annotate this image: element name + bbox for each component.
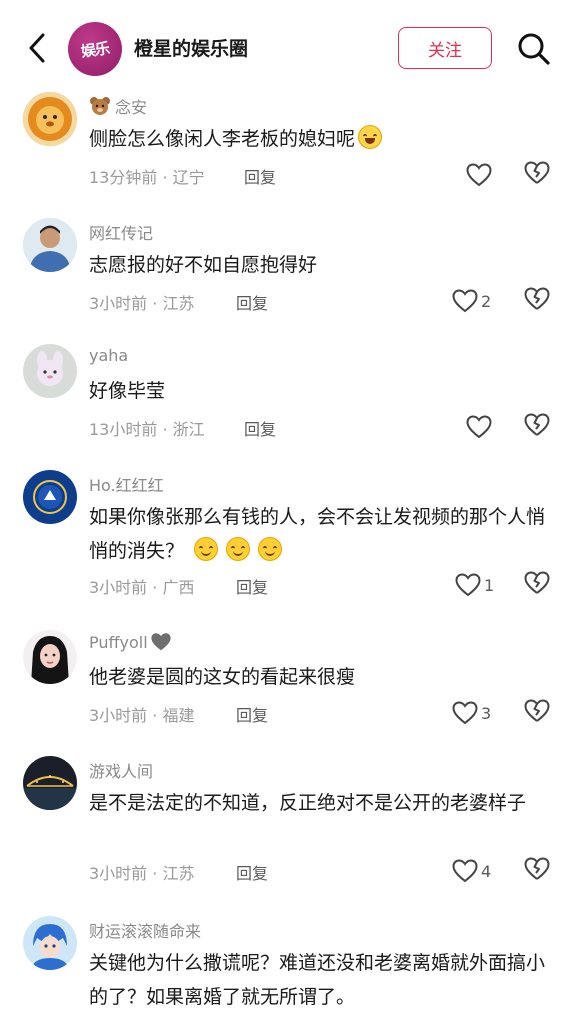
dislike-button[interactable] [524, 287, 552, 315]
broken-heart-icon [524, 857, 550, 880]
reply-button[interactable]: 回复 [236, 860, 268, 884]
reply-button[interactable]: 回复 [236, 702, 268, 726]
dislike-button[interactable] [524, 857, 552, 885]
night-bridge-avatar-icon [23, 756, 77, 810]
comment-text: 是不是法定的不知道，反正绝对不是公开的老婆样子 [89, 792, 527, 814]
comment-meta: 3小时前 · 江苏 [89, 864, 195, 883]
username[interactable]: 游戏人间 [89, 758, 153, 782]
username[interactable]: Ho.红红红 [89, 472, 164, 496]
teddy-bear-icon [90, 97, 110, 115]
broken-heart-icon [524, 413, 550, 436]
like-count: 4 [481, 861, 492, 881]
comment-meta: 3小时前 · 江苏 [89, 294, 195, 313]
avatar[interactable] [23, 92, 77, 146]
crying-laughing-emoji [358, 125, 383, 149]
username[interactable]: yaha [89, 346, 128, 365]
avatar[interactable] [23, 756, 77, 810]
broken-heart-icon [524, 699, 550, 722]
comments-page: 娱乐 橙星的娱乐圈 关注 念安 侧脸怎么像闲人李老板的媳妇呢 13分钟前 · 辽… [0, 0, 574, 1024]
username[interactable]: 念安 [89, 94, 147, 118]
username-text: Puffyoll [89, 633, 148, 652]
channel-logo-text: 娱乐 [79, 38, 111, 61]
broken-heart-icon [524, 287, 550, 310]
broken-heart-icon [524, 571, 550, 594]
comment-meta: 13分钟前 · 辽宁 [89, 168, 205, 187]
comment-text: 侧脸怎么像闲人李老板的媳妇呢 [89, 122, 549, 156]
avatar[interactable] [23, 916, 77, 970]
club-badge-avatar-icon [23, 470, 77, 524]
comment-content: 侧脸怎么像闲人李老板的媳妇呢 [89, 128, 356, 150]
comment-text: 好像毕莹 [89, 380, 166, 402]
comment-text: 关键他为什么撒谎呢？难道还没和老婆离婚就外面搞小的了？如果离婚了就无所谓了。 [89, 952, 546, 1008]
username-text: 念安 [115, 98, 148, 117]
back-button[interactable] [22, 30, 52, 66]
dislike-button[interactable] [524, 413, 552, 441]
reply-button[interactable]: 回复 [244, 164, 276, 188]
channel-title[interactable]: 橙星的娱乐圈 [134, 34, 248, 61]
heart-icon [452, 701, 478, 725]
smile-emoji [194, 537, 219, 561]
comment-meta: 3小时前 · 福建 [89, 706, 195, 725]
broken-heart-icon [524, 161, 550, 184]
anime-avatar-icon [23, 916, 77, 970]
comment-content: 如果你像张那么有钱的人，会不会让发视频的那个人悄悄的消失？ [89, 506, 546, 562]
channel-avatar[interactable]: 娱乐 [68, 22, 122, 76]
girl-avatar-icon [23, 630, 77, 684]
heart-icon [452, 289, 478, 313]
comment-meta: 3小时前 · 广西 [89, 578, 195, 597]
search-button[interactable] [515, 30, 553, 68]
like-button[interactable]: 4 [452, 856, 500, 886]
username[interactable]: 网红传记 [89, 220, 153, 244]
comment-text: 如果你像张那么有钱的人，会不会让发视频的那个人悄悄的消失？ [89, 500, 549, 568]
avatar[interactable] [23, 630, 77, 684]
comment-text: 志愿报的好不如自愿抱得好 [89, 254, 318, 276]
reply-button[interactable]: 回复 [244, 416, 276, 440]
dislike-button[interactable] [524, 699, 552, 727]
like-button[interactable]: 3 [452, 698, 500, 728]
top-bar: 娱乐 橙星的娱乐圈 关注 [0, 0, 574, 90]
reply-button[interactable]: 回复 [236, 574, 268, 598]
like-count: 3 [481, 703, 492, 723]
username[interactable]: Puffyoll [89, 632, 172, 652]
person-avatar-icon [23, 218, 77, 272]
gray-heart-icon [151, 633, 171, 651]
follow-button[interactable]: 关注 [398, 27, 492, 69]
search-icon [518, 33, 550, 65]
avatar[interactable] [23, 344, 77, 398]
heart-icon [466, 415, 492, 439]
lion-avatar-icon [23, 92, 77, 146]
like-button[interactable] [466, 412, 514, 442]
cartoon-avatar-icon [23, 344, 77, 398]
comment-meta: 13小时前 · 浙江 [89, 420, 205, 439]
dislike-button[interactable] [524, 161, 552, 189]
username[interactable]: 财运滚滚随命来 [89, 918, 201, 942]
reply-button[interactable]: 回复 [236, 290, 268, 314]
like-button[interactable]: 1 [455, 570, 503, 600]
avatar[interactable] [23, 218, 77, 272]
heart-icon [455, 573, 481, 597]
smile-emoji [226, 537, 251, 561]
like-button[interactable] [466, 160, 514, 190]
heart-icon [452, 859, 478, 883]
like-count: 2 [481, 291, 492, 311]
chevron-left-icon [29, 33, 45, 63]
avatar[interactable] [23, 470, 77, 524]
like-count: 1 [484, 575, 495, 595]
like-button[interactable]: 2 [452, 286, 500, 316]
comment-text: 他老婆是圆的这女的看起来很瘦 [89, 666, 356, 688]
dislike-button[interactable] [524, 571, 552, 599]
heart-icon [466, 163, 492, 187]
smile-emoji [258, 537, 283, 561]
